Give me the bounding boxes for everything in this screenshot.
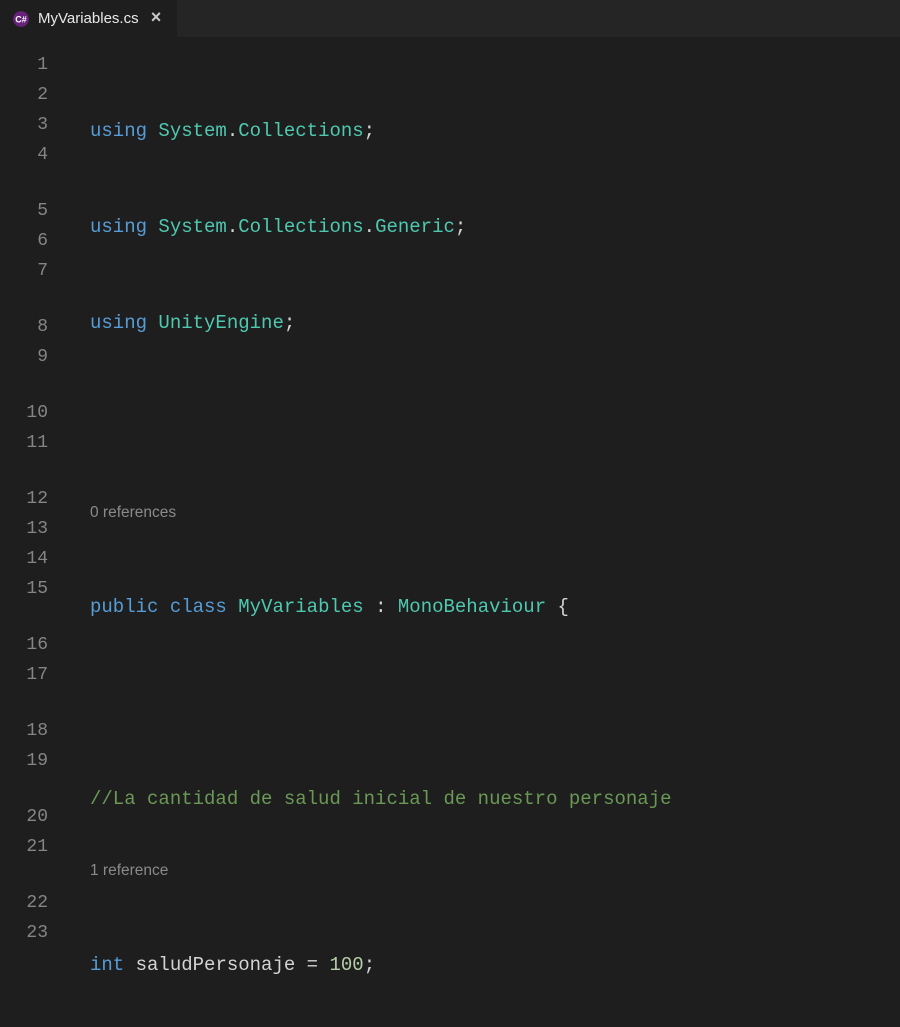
codelens[interactable]: 1 reference: [90, 858, 900, 884]
editor-tab[interactable]: C# MyVariables.cs ×: [0, 0, 178, 37]
line-number: 5: [0, 196, 70, 226]
line-number: 18: [0, 716, 70, 746]
line-number: 12: [0, 484, 70, 514]
line-number: 6: [0, 226, 70, 256]
code-line[interactable]: using System.Collections;: [90, 116, 900, 146]
line-number: 23: [0, 918, 70, 948]
line-number: 19: [0, 746, 70, 776]
line-number: 7: [0, 256, 70, 286]
line-number: 14: [0, 544, 70, 574]
line-number: 22: [0, 888, 70, 918]
svg-text:C#: C#: [15, 14, 27, 24]
code-line[interactable]: public class MyVariables : MonoBehaviour…: [90, 592, 900, 622]
code-line[interactable]: [90, 404, 900, 434]
line-number: 16: [0, 630, 70, 660]
line-number: 9: [0, 342, 70, 372]
code-area[interactable]: using System.Collections; using System.C…: [70, 38, 900, 1027]
code-line[interactable]: int saludPersonaje = 100;: [90, 950, 900, 980]
line-number: 17: [0, 660, 70, 690]
line-number: 1: [0, 50, 70, 80]
code-line[interactable]: using UnityEngine;: [90, 308, 900, 338]
line-number: 3: [0, 110, 70, 140]
line-number: 2: [0, 80, 70, 110]
tab-bar: C# MyVariables.cs ×: [0, 0, 900, 38]
codelens[interactable]: 0 references: [90, 500, 900, 526]
tab-title: MyVariables.cs: [38, 10, 139, 27]
line-number: 10: [0, 398, 70, 428]
code-line[interactable]: //La cantidad de salud inicial de nuestr…: [90, 784, 900, 814]
code-editor[interactable]: 1 2 3 4 5 6 7 8 9 10 11 12 13 14 15 16 1…: [0, 38, 900, 1027]
code-line[interactable]: [90, 688, 900, 718]
line-number-gutter: 1 2 3 4 5 6 7 8 9 10 11 12 13 14 15 16 1…: [0, 38, 70, 1027]
csharp-file-icon: C#: [12, 10, 30, 28]
line-number: 11: [0, 428, 70, 458]
close-icon[interactable]: ×: [147, 9, 166, 29]
line-number: 21: [0, 832, 70, 862]
line-number: 4: [0, 140, 70, 170]
line-number: 13: [0, 514, 70, 544]
code-line[interactable]: using System.Collections.Generic;: [90, 212, 900, 242]
line-number: 20: [0, 802, 70, 832]
line-number: 15: [0, 574, 70, 604]
line-number: 8: [0, 312, 70, 342]
